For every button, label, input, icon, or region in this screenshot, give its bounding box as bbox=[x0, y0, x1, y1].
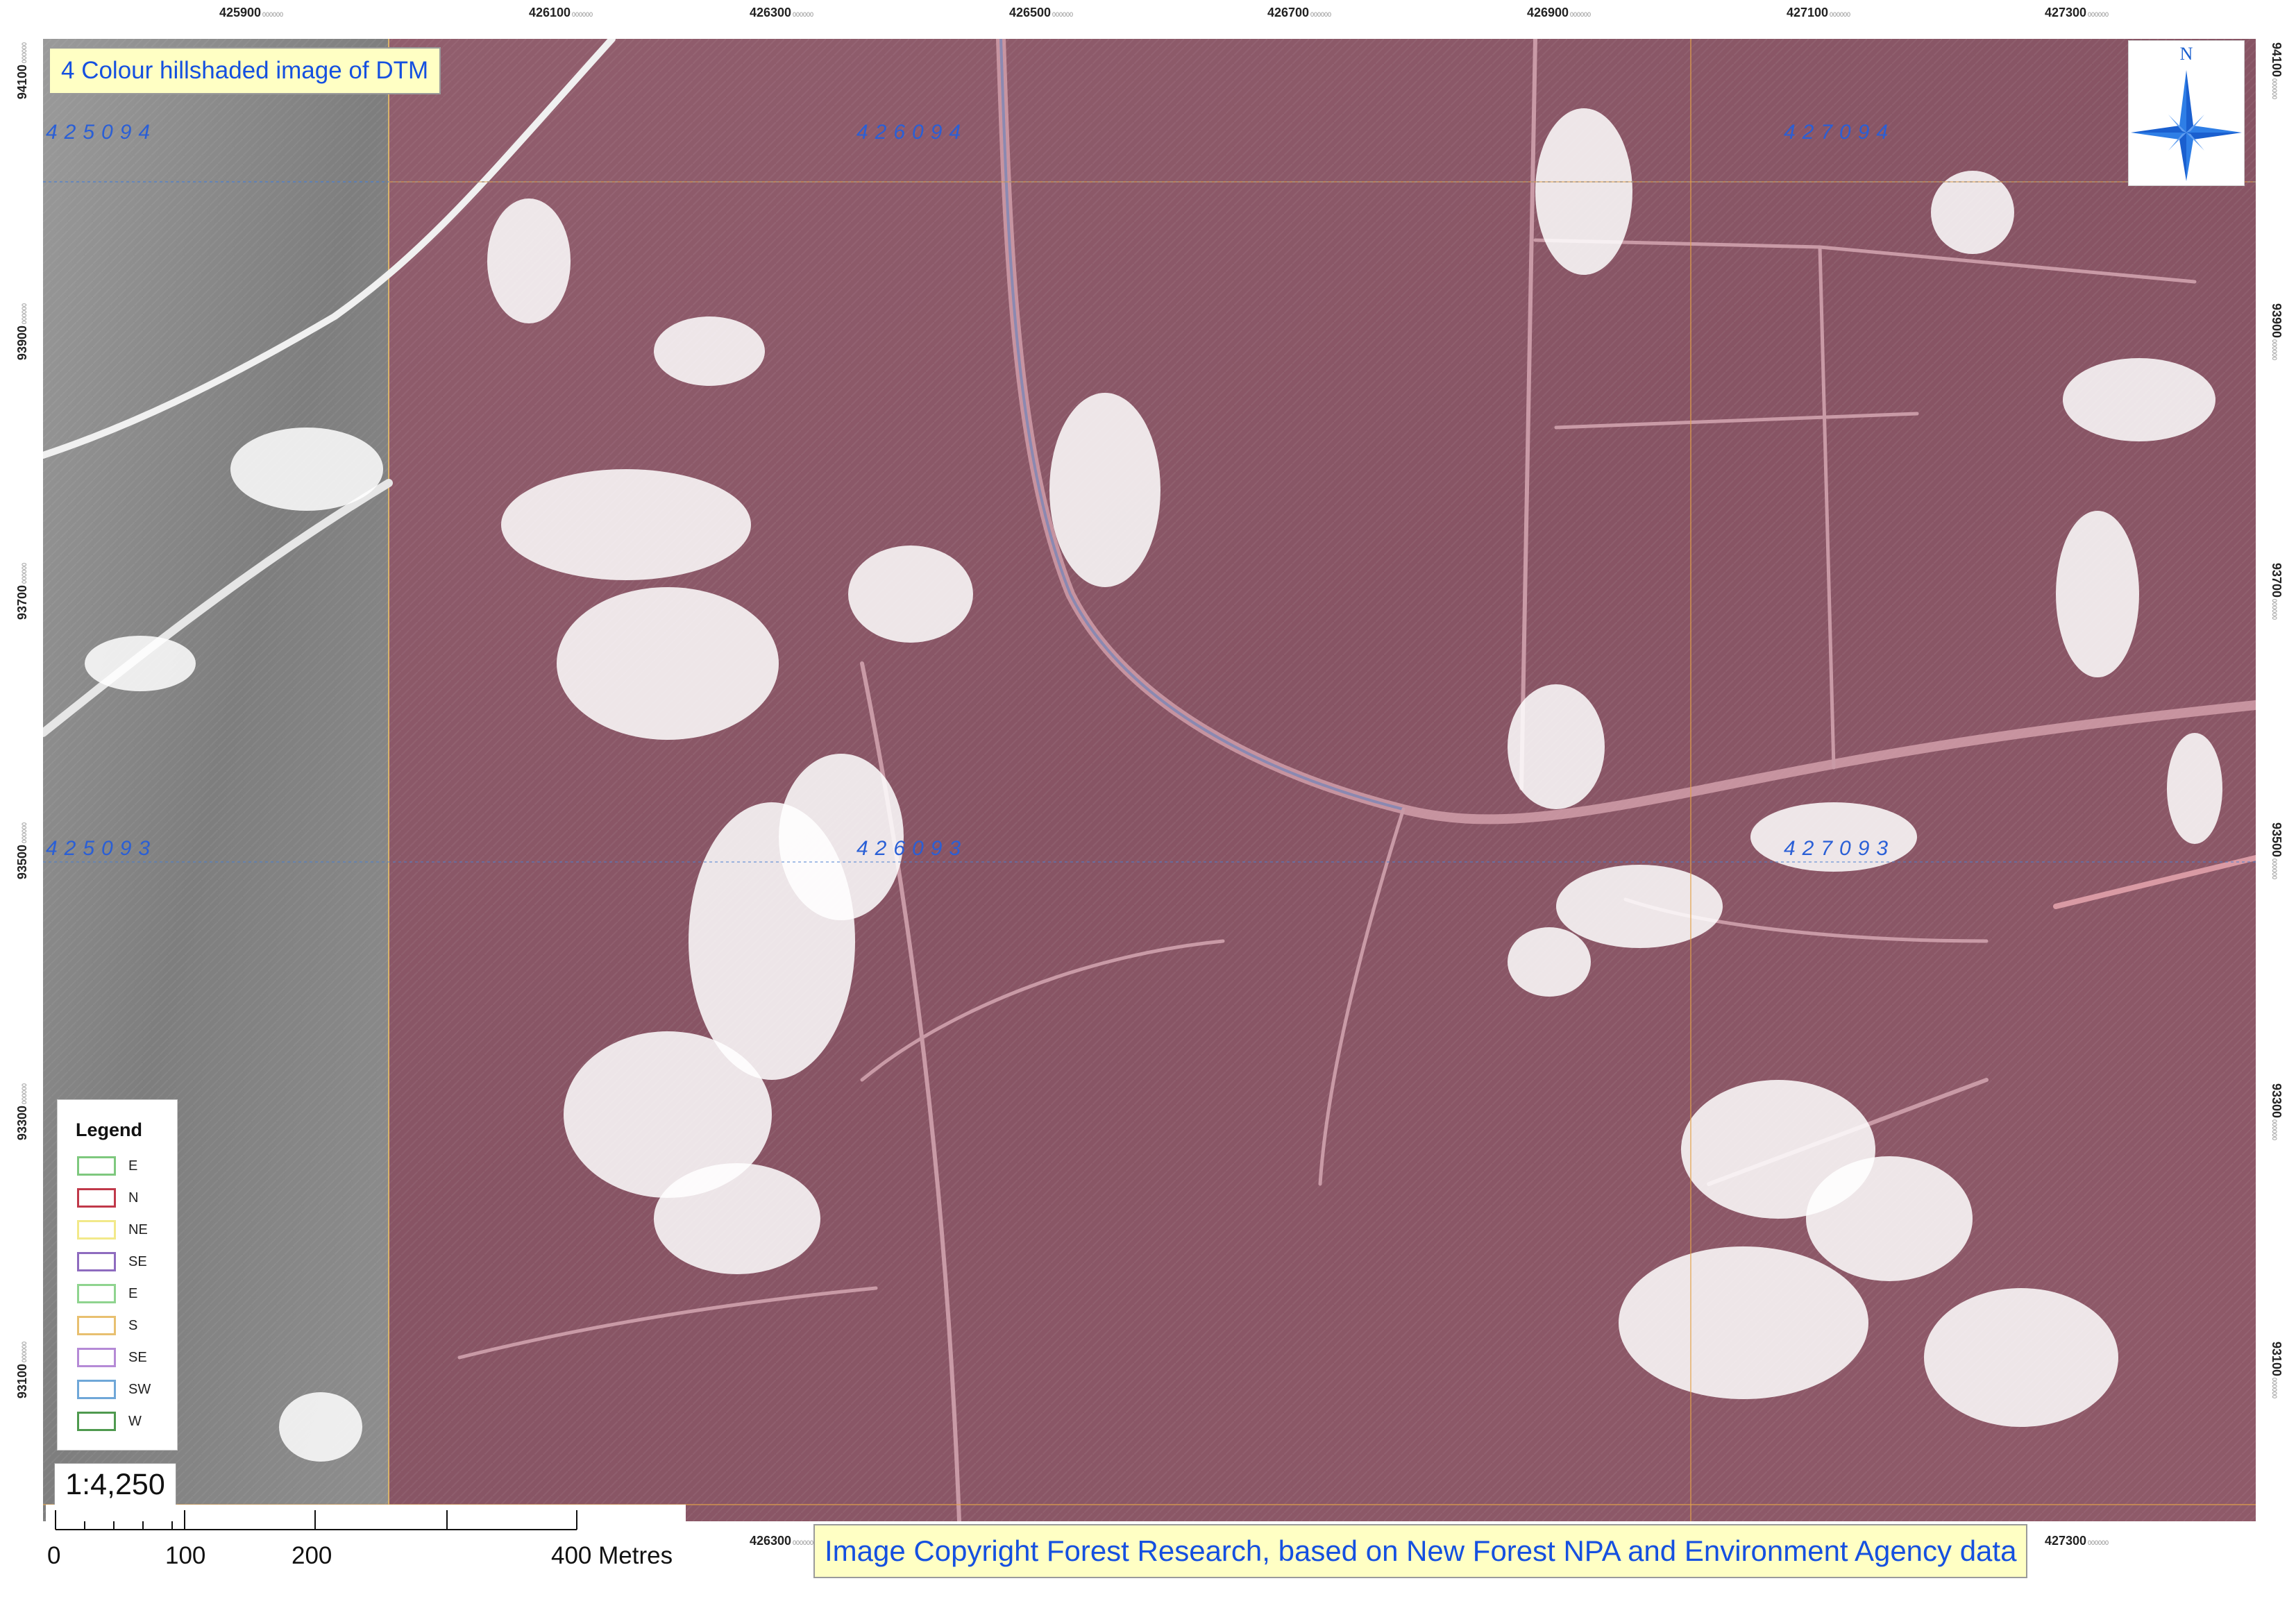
northing-label-left: 93300000000 bbox=[15, 1083, 29, 1141]
northing-label-right: 93900000000 bbox=[2270, 303, 2284, 361]
easting-label-top: 426500 000000 bbox=[1008, 6, 1074, 19]
grid-label: 427093 bbox=[1784, 837, 1896, 860]
copyright-notice: Image Copyright Forest Research, based o… bbox=[813, 1524, 2028, 1578]
legend-label: N bbox=[128, 1190, 139, 1206]
legend-item: W bbox=[77, 1411, 142, 1432]
legend: Legend E N NE SE E S SE SW W bbox=[57, 1099, 178, 1450]
grid-label: 427094 bbox=[1784, 121, 1896, 144]
scale-tick-label: 200 bbox=[292, 1542, 332, 1569]
legend-item: N bbox=[77, 1187, 138, 1208]
legend-item: SE bbox=[77, 1347, 147, 1368]
easting-label-top: 427300 000000 bbox=[2044, 6, 2109, 19]
northing-label-left: 93900000000 bbox=[15, 303, 29, 361]
legend-swatch bbox=[77, 1316, 116, 1335]
legend-item: E bbox=[77, 1156, 137, 1176]
northing-label-right: 93100000000 bbox=[2270, 1341, 2284, 1399]
map-frame[interactable]: 425094 426094 427094 425093 426093 42709… bbox=[43, 39, 2256, 1521]
scale-ratio: 1:4,250 bbox=[54, 1463, 176, 1506]
northing-label-right: 93700000000 bbox=[2270, 562, 2284, 620]
grid-label: 425093 bbox=[46, 837, 158, 860]
scale-bar: 0 100 200 400 Metres bbox=[46, 1505, 686, 1578]
legend-item: NE bbox=[77, 1219, 148, 1240]
legend-item: SE bbox=[77, 1251, 147, 1272]
northing-label-right: 94100000000 bbox=[2270, 42, 2284, 100]
north-arrow-compass-icon bbox=[2131, 70, 2242, 181]
easting-label-top: 426700 000000 bbox=[1267, 6, 1332, 19]
legend-swatch bbox=[77, 1380, 116, 1399]
legend-label: SE bbox=[128, 1253, 147, 1269]
legend-swatch bbox=[77, 1348, 116, 1367]
easting-label-top: 426300 000000 bbox=[749, 6, 814, 19]
grid-label: 426094 bbox=[856, 121, 968, 144]
legend-label: E bbox=[128, 1158, 138, 1174]
grid-label: 425094 bbox=[46, 121, 158, 144]
north-arrow: N bbox=[2128, 40, 2245, 186]
legend-swatch bbox=[77, 1220, 116, 1240]
legend-title: Legend bbox=[76, 1119, 143, 1140]
legend-label: W bbox=[128, 1413, 142, 1429]
scale-bar-graphic bbox=[55, 1510, 577, 1530]
hillshade-map[interactable] bbox=[43, 39, 2256, 1521]
easting-label-top: 425900 000000 bbox=[219, 6, 284, 19]
northing-label-left: 93700000000 bbox=[15, 562, 29, 620]
legend-item: E bbox=[77, 1283, 137, 1304]
legend-label: SE bbox=[128, 1349, 147, 1365]
legend-item: S bbox=[77, 1315, 137, 1336]
scale-tick-label: 100 bbox=[165, 1542, 206, 1569]
legend-swatch bbox=[77, 1252, 116, 1271]
legend-label: NE bbox=[128, 1221, 148, 1237]
scale-tick-label: 0 bbox=[47, 1542, 61, 1569]
legend-swatch bbox=[77, 1156, 116, 1176]
legend-item: SW bbox=[77, 1379, 151, 1400]
easting-label-top: 426100 000000 bbox=[528, 6, 593, 19]
legend-label: S bbox=[128, 1317, 138, 1333]
easting-label-top: 426900 000000 bbox=[1526, 6, 1592, 19]
grid-label: 426093 bbox=[856, 837, 968, 860]
northing-label-right: 93500000000 bbox=[2270, 822, 2284, 880]
northing-label-left: 94100000000 bbox=[15, 42, 29, 100]
easting-label-top: 427100 000000 bbox=[1786, 6, 1851, 19]
northing-label-left: 93100000000 bbox=[15, 1341, 29, 1399]
legend-swatch bbox=[77, 1284, 116, 1303]
northing-label-left: 93500000000 bbox=[15, 822, 29, 880]
legend-swatch bbox=[77, 1188, 116, 1208]
northing-label-right: 93300000000 bbox=[2270, 1083, 2284, 1141]
legend-label: SW bbox=[128, 1381, 151, 1397]
legend-label: E bbox=[128, 1285, 138, 1301]
scale-tick-label: 400 Metres bbox=[551, 1542, 673, 1569]
legend-swatch bbox=[77, 1412, 116, 1431]
map-title: 4 Colour hillshaded image of DTM bbox=[49, 47, 441, 94]
